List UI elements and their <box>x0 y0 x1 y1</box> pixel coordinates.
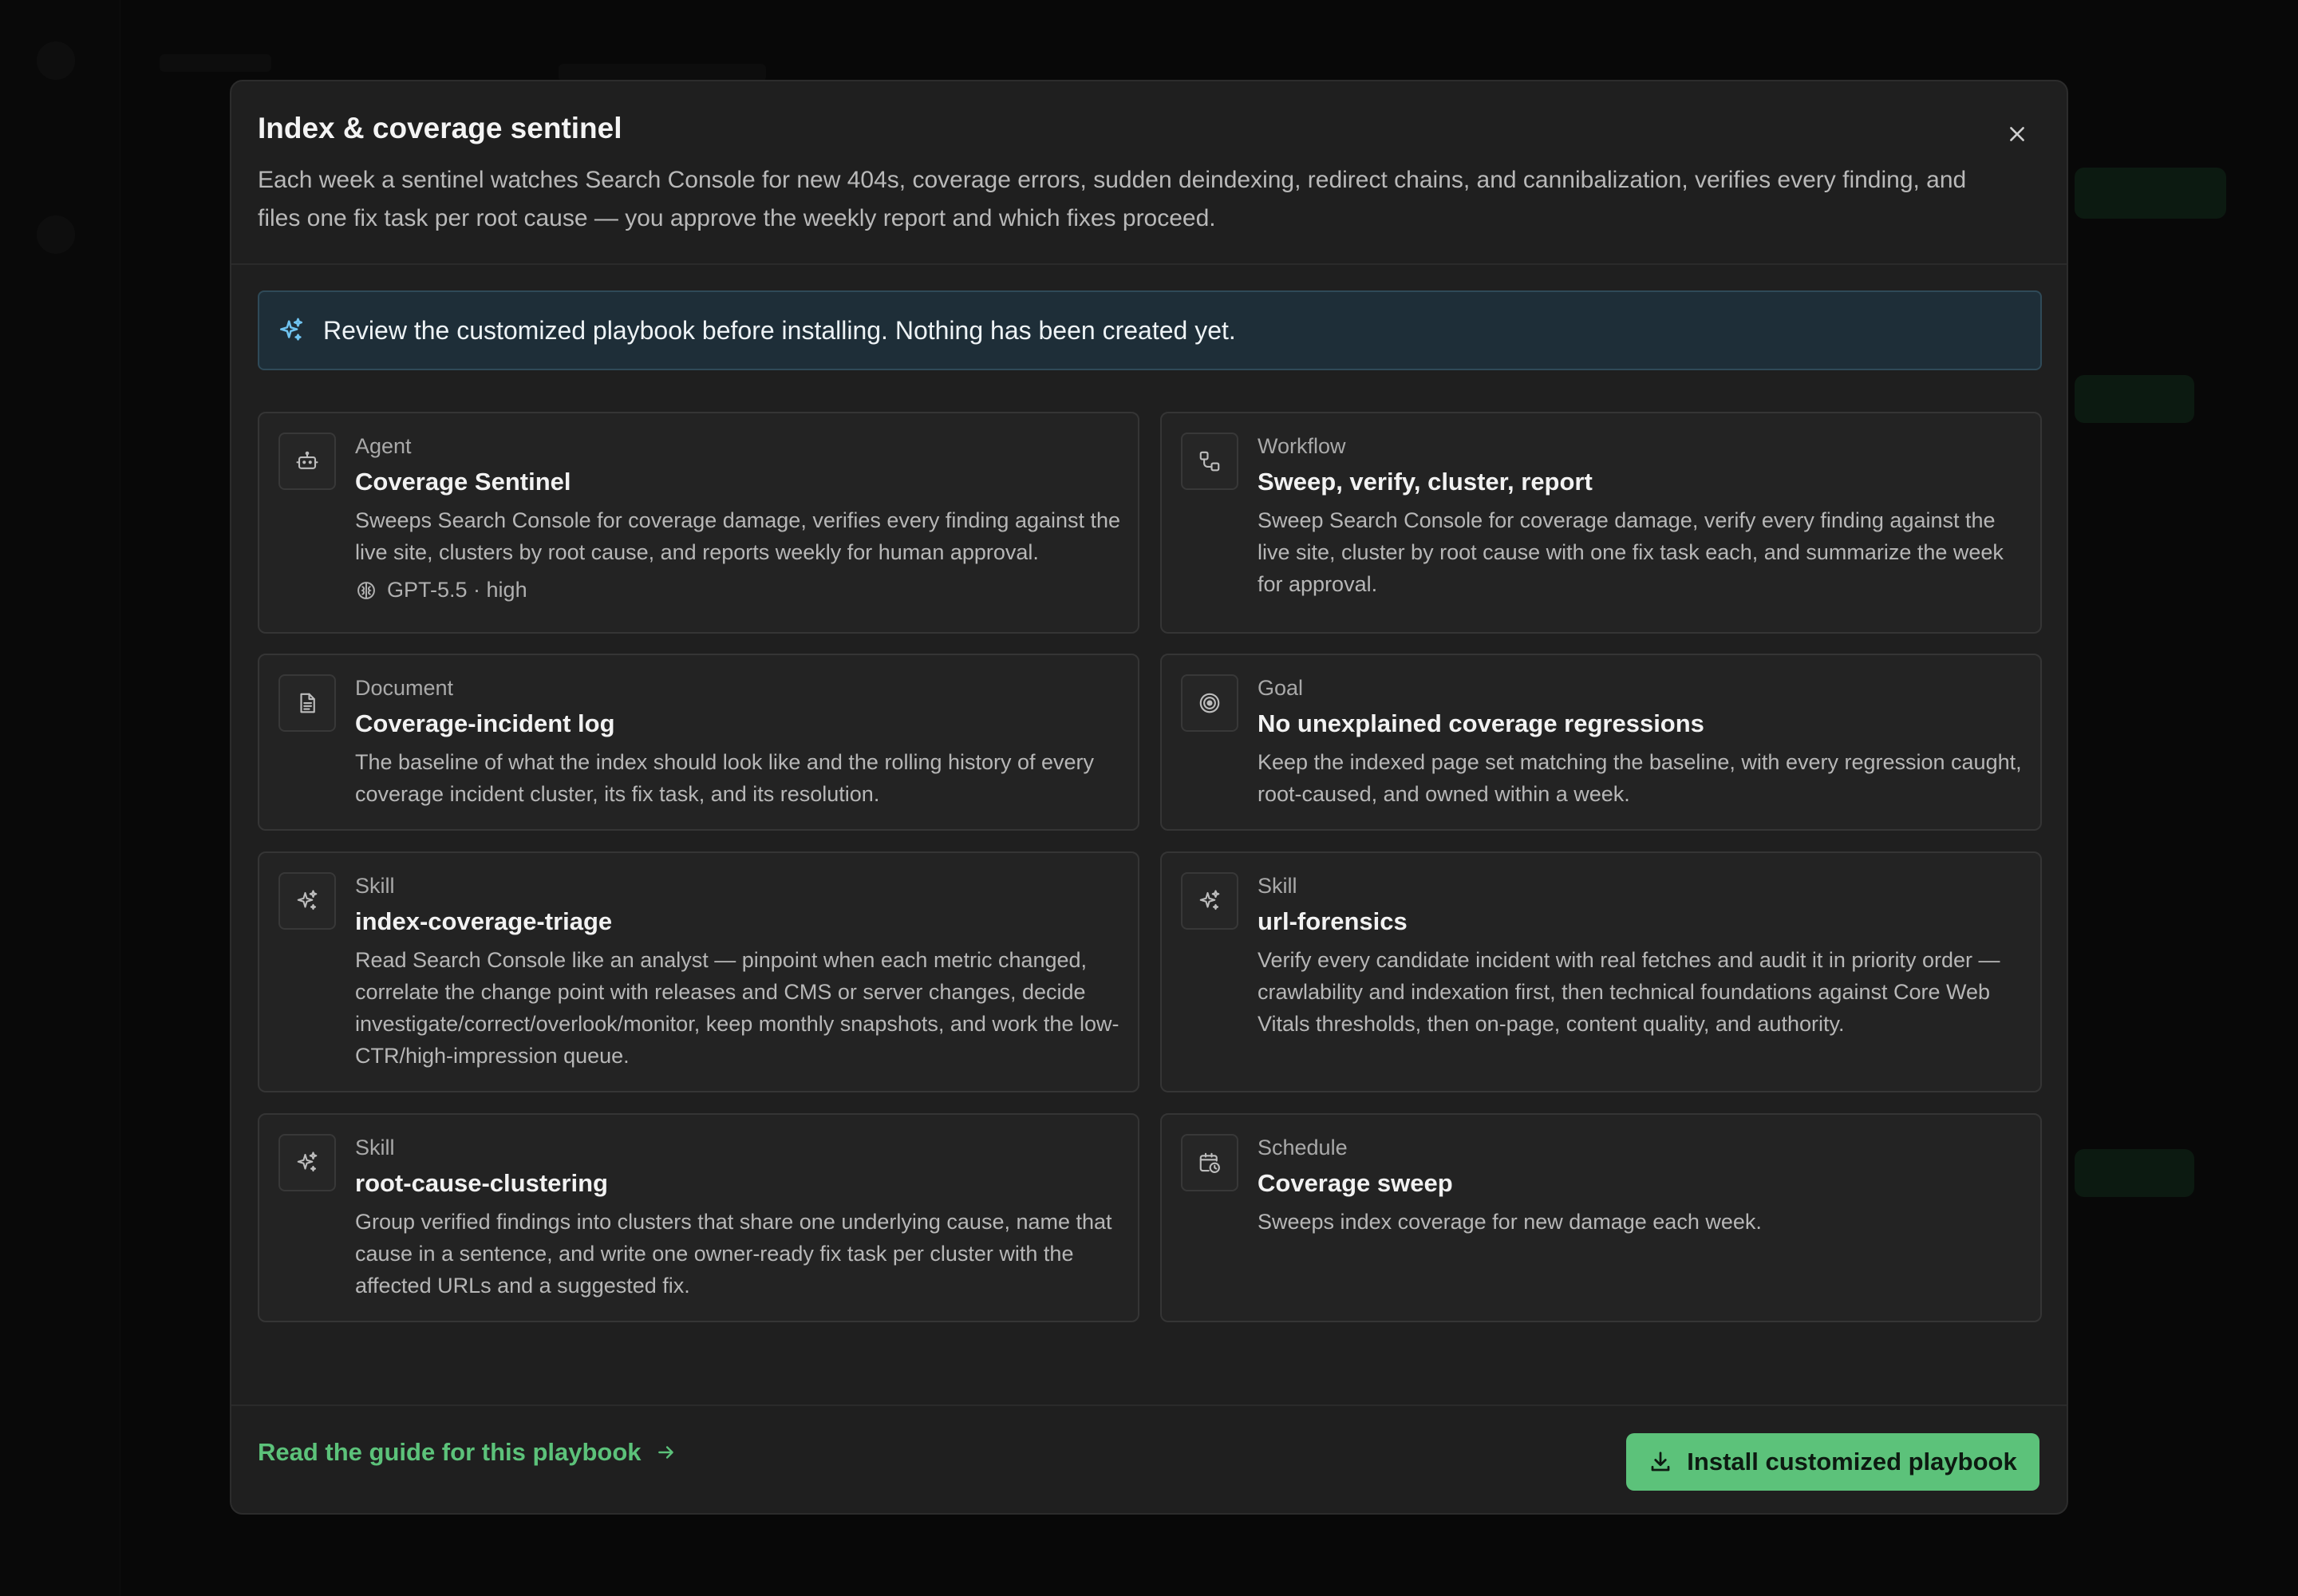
card-title: root-cause-clustering <box>355 1169 608 1197</box>
card-type: Document <box>355 676 454 700</box>
card-schedule[interactable]: Schedule Coverage sweep Sweeps index cov… <box>1160 1113 2042 1322</box>
review-notice: Review the customized playbook before in… <box>258 290 2042 370</box>
card-type: Skill <box>1258 874 1297 898</box>
download-icon <box>1648 1450 1672 1474</box>
card-description: Sweep Search Console for coverage damage… <box>1258 508 2004 596</box>
model-label: GPT-5.5 · high <box>387 578 527 602</box>
modal-title: Index & coverage sentinel <box>258 112 622 144</box>
card-type: Skill <box>355 1136 395 1159</box>
card-title: Coverage-incident log <box>355 709 615 737</box>
modal-header: Index & coverage sentinel Each week a se… <box>231 81 2067 265</box>
install-playbook-button[interactable]: Install customized playbook <box>1626 1433 2039 1491</box>
card-agent[interactable]: Agent Coverage Sentinel Sweeps Search Co… <box>258 412 1139 634</box>
card-title: No unexplained coverage regressions <box>1258 709 1704 737</box>
sparkles-icon <box>278 1134 336 1191</box>
model-badge: GPT-5.5 · high <box>355 578 527 602</box>
notice-text: Review the customized playbook before in… <box>323 315 1236 345</box>
card-type: Workflow <box>1258 434 1346 458</box>
close-icon <box>2007 124 2028 144</box>
sparkles-icon <box>277 316 306 345</box>
install-button-label: Install customized playbook <box>1687 1448 2017 1476</box>
card-goal[interactable]: Goal No unexplained coverage regressions… <box>1160 654 2042 831</box>
footer-divider <box>231 1404 2067 1406</box>
card-title: Coverage Sentinel <box>355 468 571 496</box>
card-title: index-coverage-triage <box>355 907 613 935</box>
card-workflow[interactable]: Workflow Sweep, verify, cluster, report … <box>1160 412 2042 634</box>
robot-icon <box>278 433 336 490</box>
workflow-icon <box>1181 433 1238 490</box>
card-description: Verify every candidate incident with rea… <box>1258 948 2000 1036</box>
card-skill[interactable]: Skill index-coverage-triage Read Search … <box>258 851 1139 1092</box>
sparkles-icon <box>1181 872 1238 930</box>
card-type: Schedule <box>1258 1136 1348 1159</box>
brain-icon <box>355 579 377 602</box>
close-button[interactable] <box>2000 117 2035 152</box>
card-skill[interactable]: Skill url-forensics Verify every candida… <box>1160 851 2042 1092</box>
card-title: Sweep, verify, cluster, report <box>1258 468 1593 496</box>
card-type: Skill <box>355 874 395 898</box>
guide-link[interactable]: Read the guide for this playbook <box>258 1438 677 1467</box>
card-description: Sweeps Search Console for coverage damag… <box>355 508 1121 564</box>
card-type: Agent <box>355 434 412 458</box>
card-title: url-forensics <box>1258 907 1408 935</box>
arrow-right-icon <box>656 1442 677 1463</box>
sparkles-icon <box>278 872 336 930</box>
card-document[interactable]: Document Coverage-incident log The basel… <box>258 654 1139 831</box>
guide-link-label: Read the guide for this playbook <box>258 1438 642 1466</box>
card-skill[interactable]: Skill root-cause-clustering Group verifi… <box>258 1113 1139 1322</box>
card-type: Goal <box>1258 676 1304 700</box>
card-description: Read Search Console like an analyst — pi… <box>355 948 1119 1068</box>
document-icon <box>278 674 336 732</box>
card-description: Keep the indexed page set matching the b… <box>1258 750 2022 806</box>
calendar-clock-icon <box>1181 1134 1238 1191</box>
modal-description: Each week a sentinel watches Search Cons… <box>258 167 1967 231</box>
card-description: The baseline of what the index should lo… <box>355 750 1095 806</box>
card-title: Coverage sweep <box>1258 1169 1453 1197</box>
target-icon <box>1181 674 1238 732</box>
card-description: Sweeps index coverage for new damage eac… <box>1258 1210 1762 1234</box>
playbook-modal: Index & coverage sentinel Each week a se… <box>230 80 2068 1515</box>
card-description: Group verified findings into clusters th… <box>355 1210 1112 1298</box>
